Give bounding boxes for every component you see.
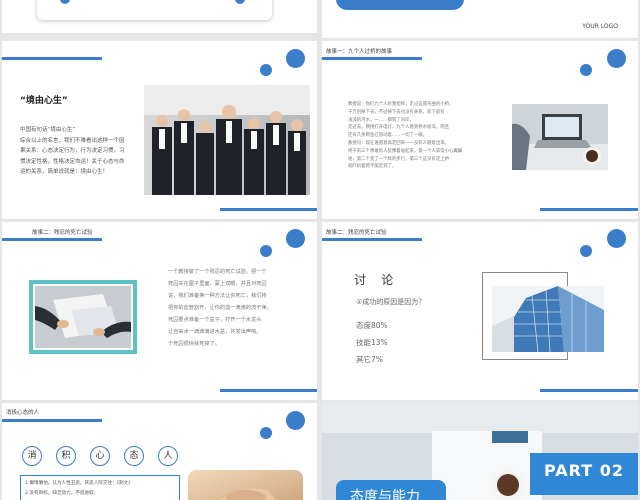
slide-body-text: 教授说：你们九个人听我指挥，走过这座弯曲的小桥， 千万别掉下去，不过掉下去也没有关… [348,102,463,170]
point-line: 1.懒惰懒怕。认为人性丑恶。厌恶人际交往：《刺文》 [25,481,133,486]
blue-dot-large [286,229,305,248]
keyword-char: 态 [124,446,144,466]
keyword-char: 积 [56,446,76,466]
slide-thumb-5[interactable]: 故事二：残忍的死亡试验 一个教授做了一个残忍的死亡试验。把一个 死囚关在屋子里面，… [2,222,317,400]
keyword-char: 人 [158,446,178,466]
slide-body-text: 一个教授做了一个残忍的死亡试验。把一个 死囚关在屋子里面，蒙上双眼，并且对死囚 说，… [168,269,272,347]
slide-label: 故事二：残忍的死亡试验 [32,230,93,236]
blue-dot-small [260,427,272,439]
logo-text: YOUR LOGO [582,23,618,30]
blue-dot-large [286,411,305,430]
blue-dot-small [580,64,592,76]
keyword-row: 消 积 心 态 人 [22,446,182,466]
section-title-box: 态度与能力 [336,480,446,500]
points-box: 1.懒惰懒怕。认为人性丑恶。厌恶人际交往：《刺文》 2.没有目标。缺乏动力。不思… [20,475,180,500]
accent-bar-bottom [540,389,638,392]
accent-bar-top [2,419,102,422]
skyscraper-photo [492,286,604,352]
keyword-char: 心 [90,446,110,466]
accent-bar-top [322,238,422,241]
slide-thumb-4[interactable]: 故事一：九个人过桥的故事 教授说：你们九个人听我指挥，走过这座弯曲的小桥， 千万别… [322,41,638,219]
stat-item: 态度80% [356,321,388,330]
blue-dot-large [286,49,305,68]
stat-item: 其它7% [356,355,383,364]
slide-thumb-2[interactable]: YOUR LOGO [322,0,638,38]
slide-body-text: 中国有句话“境由心生” 综合以上的名言，我们不难看出这样一个因 果关系：心态决定行为… [20,127,125,175]
slide-label: 消极心态的人 [6,410,40,416]
business-team-photo [144,85,310,195]
blue-dot-large [607,49,626,68]
slide-thumb-6[interactable]: 故事二：残忍的死亡试验 讨 论 ①成功的原因是因为？ 态度80% 技能13% 其… [322,222,638,400]
point-line: 2.没有目标。缺乏动力。不思进取； [25,491,99,496]
accent-bar-top [322,57,422,60]
accent-bar-bottom [540,208,638,211]
blue-rounded-button [336,0,464,10]
stat-item: 技能13% [356,338,388,347]
blue-dot-small [580,245,592,257]
keyword-char: 消 [22,446,42,466]
accent-bar-bottom [220,208,317,211]
blue-dot-large [607,229,626,248]
documents-handshake-photo [35,286,131,348]
discussion-title: 讨 论 [354,273,394,287]
blue-dot-small [260,245,272,257]
handshake-photo [188,470,303,500]
slide-label: 故事一：九个人过桥的故事 [326,49,393,55]
slide-label: 故事二：残忍的死亡试验 [326,230,387,236]
slide-title: “境由心生” [20,96,68,106]
slide-thumb-7[interactable]: 消极心态的人 消 积 心 态 人 1.懒惰懒怕。认为人性丑恶。厌恶人际交往：《刺… [2,403,317,500]
accent-bar-top [2,238,102,241]
laptop-coffee-photo [512,104,608,170]
part-label: PART 02 [544,461,624,480]
section-title: 态度与能力 [350,489,420,500]
blue-dot-small [260,64,272,76]
accent-bar-bottom [220,389,317,392]
slide-thumb-1[interactable] [2,0,317,33]
slide-thumb-3[interactable]: “境由心生” 中国有句话“境由心生” 综合以上的名言，我们不难看出这样一个因 果关系… [2,41,317,219]
slide-thumb-8[interactable]: PART 02 态度与能力 [322,403,638,500]
question-text: ①成功的原因是因为？ [356,298,426,306]
accent-bar-top [2,57,102,60]
